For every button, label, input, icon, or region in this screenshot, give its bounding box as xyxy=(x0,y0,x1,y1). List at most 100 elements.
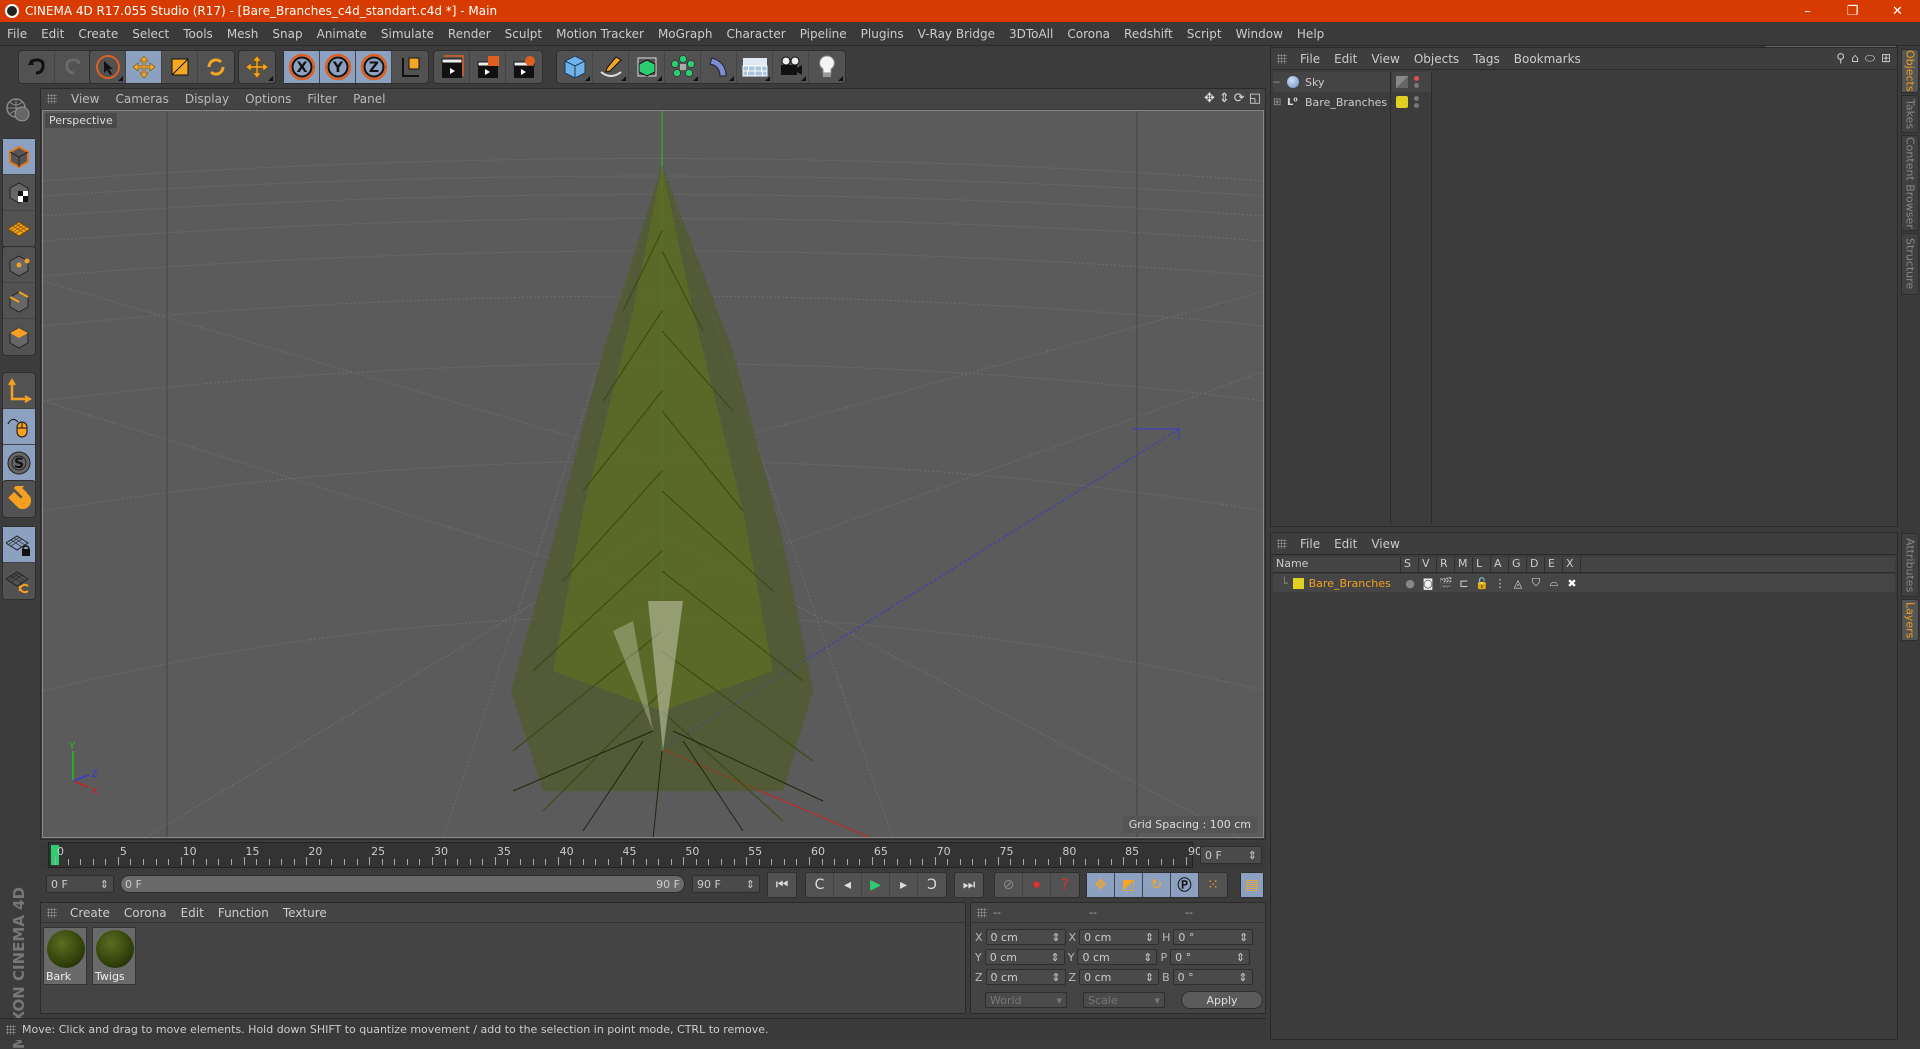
viewport-menu-options[interactable]: Options xyxy=(237,92,299,106)
add-camera-button[interactable] xyxy=(773,51,809,83)
menu-script[interactable]: Script xyxy=(1180,27,1229,41)
key-rotation-button[interactable]: ↻ xyxy=(1143,873,1171,897)
workplane-mode-button[interactable] xyxy=(3,211,35,247)
col-view[interactable]: V xyxy=(1419,557,1437,572)
snap-button[interactable] xyxy=(3,481,35,517)
close-button[interactable]: ✕ xyxy=(1875,0,1920,22)
apply-button[interactable]: Apply xyxy=(1181,991,1263,1009)
stepper-icon[interactable]: ⇕ xyxy=(1236,951,1245,964)
menu-edit[interactable]: Edit xyxy=(34,27,71,41)
expressions-toggle-icon[interactable]: ⌓ xyxy=(1545,576,1563,590)
locked-workplane-button[interactable] xyxy=(3,527,35,563)
search-icon[interactable]: ⚲ xyxy=(1836,51,1845,66)
xref-toggle-icon[interactable]: ✖ xyxy=(1563,577,1581,590)
range-slider[interactable]: 0 F 90 F xyxy=(120,875,685,893)
menu-window[interactable]: Window xyxy=(1229,27,1290,41)
layer-color-swatch[interactable] xyxy=(1292,577,1304,589)
play-button[interactable]: ▶ xyxy=(862,873,890,897)
rotate-tool-button[interactable] xyxy=(198,51,234,83)
render-toggle-icon[interactable]: 🎬 xyxy=(1437,577,1455,590)
deformers-toggle-icon[interactable]: ⛉ xyxy=(1527,576,1545,590)
start-frame-field[interactable]: 0 F ⇕ xyxy=(46,875,114,893)
coordinate-space-dropdown[interactable]: World ▾ xyxy=(985,992,1067,1008)
menu-redshift[interactable]: Redshift xyxy=(1117,27,1180,41)
key-pla-button[interactable]: ⁙ xyxy=(1199,873,1227,897)
prev-frame-button[interactable]: ◂ xyxy=(834,873,862,897)
polygons-mode-button[interactable] xyxy=(3,319,35,355)
edges-mode-button[interactable] xyxy=(3,283,35,319)
visibility-dots[interactable] xyxy=(1414,96,1419,108)
viewport-menu-panel[interactable]: Panel xyxy=(345,92,393,106)
animation-toggle-icon[interactable]: ⋮ xyxy=(1491,577,1509,590)
tab-takes[interactable]: Takes xyxy=(1901,95,1919,133)
go-to-start-button[interactable]: ⏮ xyxy=(768,873,796,897)
menu-plugins[interactable]: Plugins xyxy=(854,27,911,41)
y-axis-button[interactable]: Y xyxy=(320,51,356,83)
scale-tool-button[interactable] xyxy=(162,51,198,83)
key-scale-button[interactable]: ◩ xyxy=(1115,873,1143,897)
material-menu-edit[interactable]: Edit xyxy=(174,906,211,920)
menu-file[interactable]: File xyxy=(0,27,34,41)
size-mode-dropdown[interactable]: Scale ▾ xyxy=(1083,992,1165,1008)
menu-simulate[interactable]: Simulate xyxy=(374,27,441,41)
prev-key-button[interactable]: C xyxy=(806,873,834,897)
stepper-icon[interactable]: ⇕ xyxy=(1239,931,1248,944)
manager-toggle-icon[interactable]: ⊏ xyxy=(1455,577,1473,590)
view-icon[interactable]: ⬭ xyxy=(1865,51,1875,66)
viewport-menu-cameras[interactable]: Cameras xyxy=(107,92,176,106)
menu-motion-tracker[interactable]: Motion Tracker xyxy=(549,27,651,41)
select-tool-button[interactable] xyxy=(90,51,126,83)
lock-toggle-icon[interactable]: 🔓 xyxy=(1473,577,1491,590)
objects-menu-edit[interactable]: Edit xyxy=(1327,52,1364,66)
solo-mode-button[interactable]: S xyxy=(3,445,35,481)
menu-tools[interactable]: Tools xyxy=(176,27,220,41)
col-solo[interactable]: S xyxy=(1401,557,1419,572)
menu-render[interactable]: Render xyxy=(441,27,498,41)
menu-sculpt[interactable]: Sculpt xyxy=(498,27,549,41)
add-light-button[interactable] xyxy=(809,51,845,83)
add-spline-button[interactable] xyxy=(593,51,629,83)
objects-menu-file[interactable]: File xyxy=(1293,52,1327,66)
objects-menu-view[interactable]: View xyxy=(1364,52,1406,66)
panel-grip-icon[interactable] xyxy=(47,907,57,918)
axis-mode-button[interactable] xyxy=(3,373,35,409)
add-subdivision-button[interactable] xyxy=(629,51,665,83)
col-xref[interactable]: X xyxy=(1563,557,1581,572)
stepper-icon[interactable]: ⇕ xyxy=(1143,951,1152,964)
col-locked[interactable]: L xyxy=(1473,557,1491,572)
minimize-button[interactable]: – xyxy=(1785,0,1830,22)
menu-corona[interactable]: Corona xyxy=(1060,27,1117,41)
viewport-canvas[interactable]: Perspective Y X Z Grid Spacing: 100 cm xyxy=(42,110,1264,838)
home-icon[interactable]: ⌂ xyxy=(1851,51,1859,66)
menu-mograph[interactable]: MoGraph xyxy=(651,27,720,41)
move-tool-button[interactable] xyxy=(126,51,162,83)
points-mode-button[interactable] xyxy=(3,247,35,283)
rot-h-field[interactable]: 0 ° ⇕ xyxy=(1173,929,1254,945)
material-menu-create[interactable]: Create xyxy=(63,906,117,920)
coordinate-system-button[interactable] xyxy=(392,51,428,83)
layers-menu-file[interactable]: File xyxy=(1293,537,1327,551)
material-menu-corona[interactable]: Corona xyxy=(117,906,174,920)
material-swatch-bark[interactable]: Bark xyxy=(43,927,87,985)
tab-structure[interactable]: Structure xyxy=(1901,233,1919,295)
menu-create[interactable]: Create xyxy=(71,27,125,41)
undo-button[interactable] xyxy=(19,51,55,83)
col-expressions[interactable]: E xyxy=(1545,557,1563,572)
rot-p-field[interactable]: 0 ° ⇕ xyxy=(1170,949,1251,965)
generators-toggle-icon[interactable]: ◬ xyxy=(1509,577,1527,590)
objects-menu-tags[interactable]: Tags xyxy=(1466,52,1507,66)
menu-3dtoall[interactable]: 3DToAll xyxy=(1002,27,1060,41)
expand-icon[interactable]: ⊞ xyxy=(1273,97,1287,108)
orbit-view-icon[interactable]: ⟳ xyxy=(1234,91,1245,106)
objects-menu-objects[interactable]: Objects xyxy=(1407,52,1466,66)
objects-menu-bookmarks[interactable]: Bookmarks xyxy=(1507,52,1588,66)
pos-x-field[interactable]: 0 cm ⇕ xyxy=(985,929,1066,945)
z-axis-button[interactable]: Z xyxy=(356,51,392,83)
live-select-button[interactable] xyxy=(239,51,275,83)
tab-content-browser[interactable]: Content Browser xyxy=(1901,135,1919,231)
tweak-mode-button[interactable] xyxy=(3,409,35,445)
col-name[interactable]: Name xyxy=(1273,557,1401,572)
stepper-icon[interactable]: ⇕ xyxy=(1238,971,1247,984)
viewport-menu-display[interactable]: Display xyxy=(177,92,237,106)
col-manager[interactable]: M xyxy=(1455,557,1473,572)
